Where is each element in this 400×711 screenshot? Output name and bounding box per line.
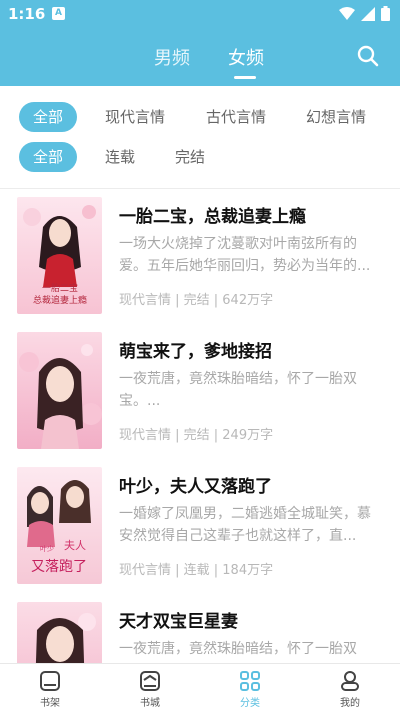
book-cover[interactable] [17,602,102,663]
nav-bookstore[interactable]: 书城 [120,670,180,709]
book-list: 一胎二宝 总裁追妻上瘾 一胎二宝，总裁追妻上瘾 一场大火烧掉了沈蔓歌对叶南弦所有… [0,189,400,663]
nav-category[interactable]: 分类 [220,670,280,709]
book-title[interactable]: 萌宝来了，爹地接招 [119,337,272,362]
search-icon[interactable] [356,44,380,68]
filter-status-completed[interactable]: 完结 [175,142,205,172]
book-description: 一婚嫁了凤凰男，二婚逃婚全城耻笑，慕安然觉得自己这辈子也就这样了，直... [119,506,371,544]
book-title[interactable]: 天才双宝巨星妻 [119,607,238,632]
filter-panel: 全部 现代言情 古代言情 幻想言情 全部 连载 完结 [0,86,400,188]
book-meta: 现代言情 | 完结 | 249万字 [119,428,274,443]
book-item[interactable]: 萌宝来了，爹地接招 一夜荒唐，竟然珠胎暗结，怀了一胎双宝。... 现代言情 | … [0,324,400,459]
bookshelf-icon [40,671,60,691]
signal-icon [361,6,375,21]
category-grid-icon [240,671,260,691]
gender-tabs: 男频 女频 [0,40,400,80]
book-description: 一夜荒唐，竟然珠胎暗结，怀了一胎双宝。... [119,641,357,657]
nav-profile[interactable]: 我的 [320,670,380,709]
book-meta: 现代言情 | 完结 | 642万字 [119,293,274,308]
filter-category-all[interactable]: 全部 [19,102,78,132]
book-cover[interactable]: 叶少 夫人 又落跑了 [17,467,102,584]
nav-bookshelf[interactable]: 书架 [20,670,80,709]
status-bar: 1:16 A [0,0,400,28]
book-cover[interactable]: 一胎二宝 总裁追妻上瘾 [17,197,102,314]
book-cover[interactable] [17,332,102,449]
filter-category-ancient[interactable]: 古代言情 [206,102,266,132]
nav-label: 分类 [240,698,260,709]
active-tab-indicator [234,76,256,79]
battery-icon [381,6,390,21]
filter-status-serializing[interactable]: 连载 [105,142,135,172]
book-meta: 现代言情 | 连载 | 184万字 [119,563,274,578]
cover-title-line3: 又落跑了 [31,559,87,575]
filter-status-all[interactable]: 全部 [19,142,78,172]
book-item[interactable]: 一胎二宝 总裁追妻上瘾 一胎二宝，总裁追妻上瘾 一场大火烧掉了沈蔓歌对叶南弦所有… [0,189,400,324]
book-description: 一场大火烧掉了沈蔓歌对叶南弦所有的爱。五年后她华丽回归，势必为当年的... [119,236,371,274]
tab-female[interactable]: 女频 [228,44,264,70]
tab-male[interactable]: 男频 [154,44,190,70]
book-item[interactable]: 叶少 夫人 又落跑了 叶少，夫人又落跑了 一婚嫁了凤凰男，二婚逃婚全城耻笑，慕安… [0,459,400,594]
book-title[interactable]: 叶少，夫人又落跑了 [119,472,272,497]
top-app-bar: 1:16 A 男频 女频 [0,0,400,86]
book-description: 一夜荒唐，竟然珠胎暗结，怀了一胎双宝。... [119,371,357,409]
profile-icon [341,671,359,691]
book-item[interactable]: 天才双宝巨星妻 一夜荒唐，竟然珠胎暗结，怀了一胎双宝。... [0,594,400,663]
bottom-nav: 书架 书城 分类 我的 [0,663,400,711]
cover-title-line2: 总裁追妻上瘾 [33,294,87,306]
status-icons [339,6,390,21]
category-filter-row: 全部 现代言情 古代言情 幻想言情 [0,102,400,132]
status-time: 1:16 [8,5,46,23]
cover-title-line2: 夫人 [64,539,86,552]
cover-title-line1: 叶少 [40,544,54,553]
bookstore-icon [140,671,160,691]
nav-label: 书城 [140,698,160,709]
book-title[interactable]: 一胎二宝，总裁追妻上瘾 [119,202,306,227]
wifi-icon [339,6,355,20]
filter-category-fantasy[interactable]: 幻想言情 [306,102,366,132]
filter-category-modern[interactable]: 现代言情 [105,102,165,132]
cover-title-line1: 一胎二宝 [42,282,78,294]
notification-icon: A [52,7,65,20]
status-filter-row: 全部 连载 完结 [0,142,400,172]
nav-label: 我的 [340,698,360,709]
nav-label: 书架 [40,698,60,709]
